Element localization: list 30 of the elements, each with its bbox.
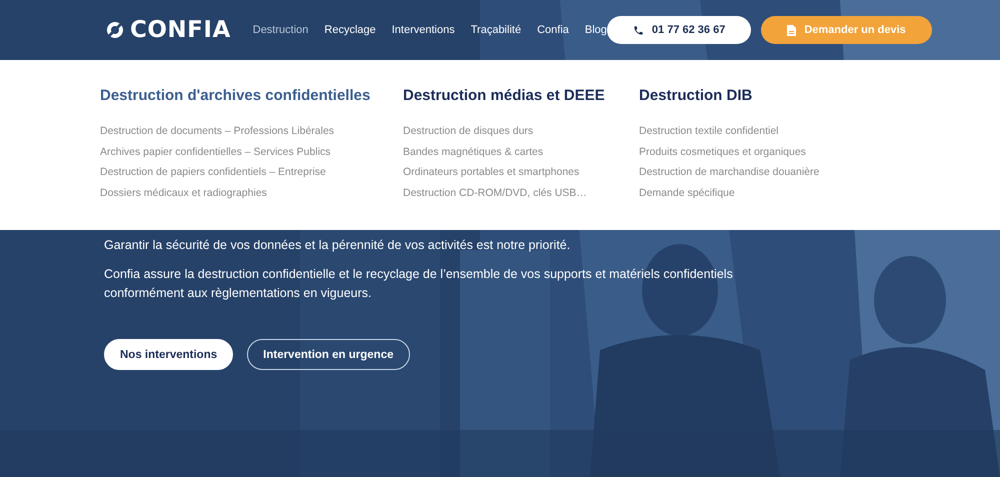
menu-item[interactable]: Destruction de papiers confidentiels – Entreprise	[100, 162, 403, 184]
menu-item[interactable]: Destruction de disques durs	[403, 121, 639, 142]
menu-item[interactable]: Destruction de documents – Professions Libérales	[100, 121, 403, 142]
menu-item[interactable]: Destruction de marchandise douanière	[639, 162, 899, 184]
nav-link[interactable]: Confia	[537, 24, 569, 36]
nav-link[interactable]: Traçabilité	[470, 24, 522, 36]
urgent-button[interactable]: Intervention en urgence	[247, 339, 410, 370]
hero-paragraph: Confia assure la destruction confidentielle et le recyclage de l’ensemble de vos supports et matériels confidentiels conformément aux règlementations en vigueurs.	[104, 266, 734, 302]
menu-item[interactable]: Produits cosmetiques et organiques	[639, 142, 899, 162]
menu-item[interactable]: Ordinateurs portables et smartphones	[403, 162, 639, 184]
logo-text[interactable]: CONFIA	[130, 17, 231, 43]
nav-link[interactable]: Blog	[584, 24, 607, 36]
phone-icon	[632, 24, 644, 36]
menu-heading[interactable]: Destruction d'archives confidentielles	[100, 87, 403, 104]
phone-button[interactable]: 01 77 62 36 67	[606, 16, 752, 44]
menu-item[interactable]: Archives papier confidentielles – Services Publics	[100, 142, 403, 162]
hero-paragraph: Garantir la sécurité de vos données et la pérennité de vos activités est notre priorité.	[104, 237, 572, 254]
nav-link[interactable]: Interventions	[392, 24, 455, 36]
menu-item[interactable]: Dossiers médicaux et radiographies	[100, 183, 403, 204]
menu-heading[interactable]: Destruction DIB	[639, 87, 899, 104]
menu-item[interactable]: Destruction textile confidentiel	[639, 121, 899, 142]
menu-item[interactable]: Destruction CD-ROM/DVD, clés USB…	[403, 183, 639, 204]
menu-heading[interactable]: Destruction médias et DEEE	[403, 87, 639, 104]
document-icon	[787, 24, 796, 36]
interventions-button[interactable]: Nos interventions	[104, 339, 234, 370]
nav-link[interactable]: Destruction	[252, 24, 308, 36]
logo-icon	[104, 21, 126, 39]
menu-item[interactable]: Bandes magnétiques & cartes	[403, 142, 639, 162]
menu-item[interactable]: Demande spécifique	[639, 183, 899, 204]
nav-link[interactable]: Recyclage	[324, 24, 376, 36]
